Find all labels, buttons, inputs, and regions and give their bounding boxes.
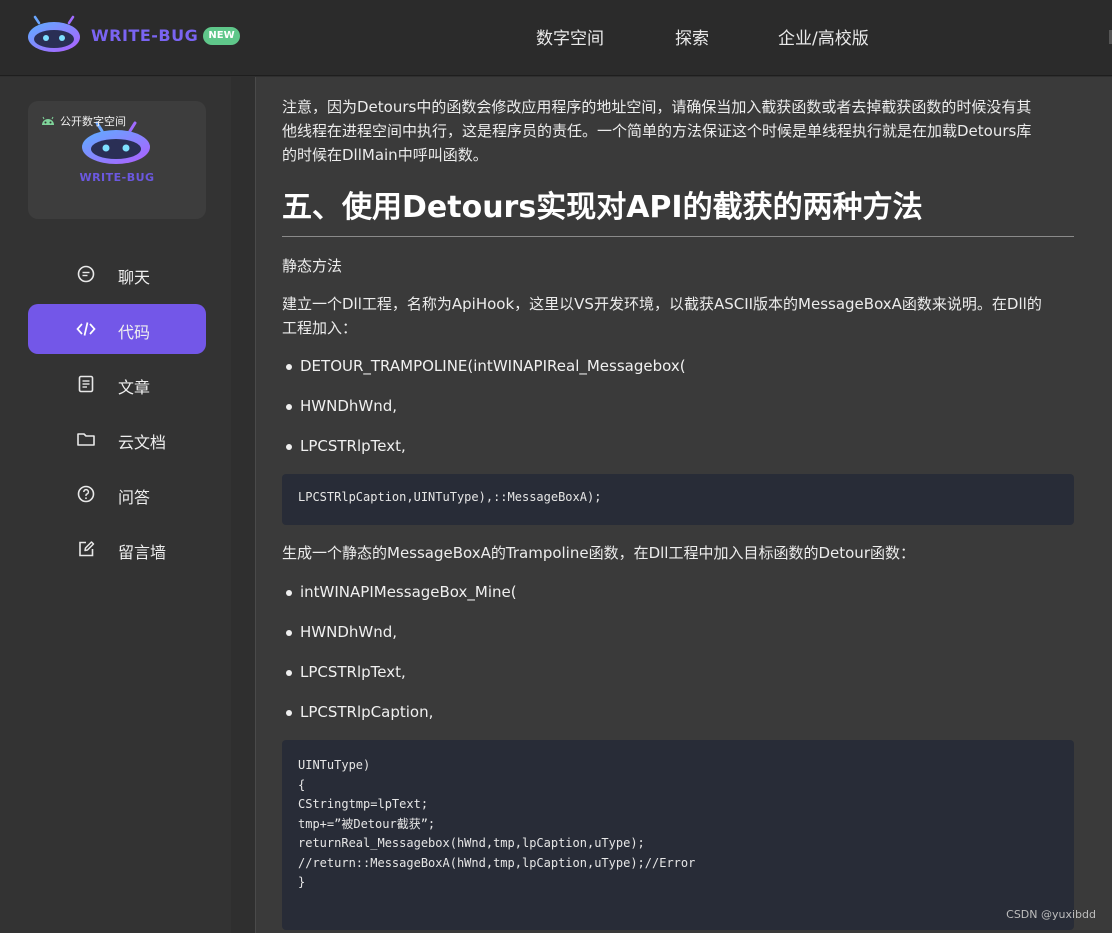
- code-line: CStringtmp=lpText;: [298, 797, 429, 811]
- sidebar-item-label: 云文档: [118, 433, 167, 452]
- sidebar-item-label: 问答: [118, 488, 151, 507]
- sidebar-item-article[interactable]: 文章: [28, 359, 206, 409]
- sidebar-item-message-wall[interactable]: 留言墙: [28, 524, 206, 574]
- robot-logo-icon[interactable]: [27, 15, 81, 53]
- sidebar-item-label: 留言墙: [118, 543, 167, 562]
- edit-icon: [79, 541, 95, 557]
- public-space-card[interactable]: 公开数字空间 WRITE-BUG: [28, 101, 206, 219]
- article-panel: 注意，因为Detours中的函数会修改应用程序的地址空间，请确保当加入截获函数或…: [255, 77, 1112, 933]
- question-icon: [77, 485, 95, 503]
- text-line: 建立一个Dll工程，名称为ApiHook，这里以VS开发环境，以截获ASCII版…: [282, 295, 1042, 313]
- section-heading: 五、使用Detours实现对API的截获的两种方法: [282, 190, 923, 225]
- list-item: LPCSTRlpText,: [286, 434, 406, 458]
- android-icon: [42, 116, 54, 125]
- text-line: 他线程在进程空间中执行，这是程序员的责任。一个简单的方法保证这个时候是单线程执行…: [282, 122, 1032, 140]
- code-line: tmp+=”被Detour截获”;: [298, 816, 436, 831]
- paragraph: 建立一个Dll工程，名称为ApiHook，这里以VS开发环境，以截获ASCII版…: [282, 292, 1074, 340]
- top-bar: WRITE-BUG NEW 数字空间 探索 企业/高校版: [0, 0, 1112, 76]
- brand-name[interactable]: WRITE-BUG: [91, 26, 198, 45]
- text-line: 工程加入：: [282, 319, 358, 337]
- code-line: LPCSTRlpCaption,UINTuType),::MessageBoxA…: [298, 490, 602, 504]
- sidebar-item-qa[interactable]: 问答: [28, 469, 206, 519]
- nav-digital-space[interactable]: 数字空间: [536, 24, 604, 49]
- sidebar-item-cloud-docs[interactable]: 云文档: [28, 414, 206, 464]
- card-brand-name: WRITE-BUG: [79, 171, 155, 184]
- paragraph: 生成一个静态的MessageBoxA的Trampoline函数，在Dll工程中加…: [282, 544, 915, 562]
- code-line: {: [298, 777, 306, 792]
- code-line: //return::MessageBoxA(hWnd,tmp,lpCaption…: [298, 855, 696, 870]
- code-icon: [76, 322, 96, 336]
- sidebar-item-chat[interactable]: 聊天: [28, 249, 206, 299]
- list-item: HWNDhWnd,: [285, 620, 397, 644]
- list-item: LPCSTRlpCaption,: [285, 700, 433, 724]
- code-line: }: [298, 875, 306, 889]
- list-item: HWNDhWnd,: [285, 394, 397, 418]
- subheading: 静态方法: [282, 257, 343, 275]
- intro-paragraph: 注意，因为Detours中的函数会修改应用程序的地址空间，请确保当加入截获函数或…: [282, 95, 1074, 167]
- sidebar: 公开数字空间 WRITE-BUG 聊天 代码 文章 云文档 问答 留言墙: [0, 77, 231, 933]
- code-block[interactable]: UINTuType) { CStringtmp=lpText; tmp+=”被D…: [282, 740, 1074, 930]
- code-block[interactable]: LPCSTRlpCaption,UINTuType),::MessageBoxA…: [282, 474, 1074, 525]
- public-space-text: 公开数字空间: [60, 115, 126, 128]
- new-badge: NEW: [203, 27, 240, 45]
- csdn-watermark: CSDN @yuxibdd: [1006, 908, 1096, 921]
- list-item: DETOUR_TRAMPOLINE(intWINAPIReal_Messageb…: [286, 354, 686, 378]
- chat-icon: [77, 265, 95, 283]
- public-space-label: 公开数字空间: [40, 113, 126, 129]
- code-line: UINTuType): [298, 758, 371, 772]
- text-line: 的时候在DllMain中呼叫函数。: [282, 146, 488, 164]
- sidebar-item-code[interactable]: 代码: [28, 304, 206, 354]
- heading-divider: [282, 236, 1074, 237]
- text-line: 注意，因为Detours中的函数会修改应用程序的地址空间，请确保当加入截获函数或…: [282, 98, 1032, 116]
- nav-explore[interactable]: 探索: [675, 24, 709, 49]
- sidebar-item-label: 文章: [118, 378, 151, 397]
- folder-icon: [77, 433, 95, 446]
- article-icon: [78, 375, 94, 393]
- list-item: LPCSTRlpText,: [286, 660, 406, 684]
- nav-enterprise[interactable]: 企业/高校版: [778, 24, 869, 49]
- list-item: intWINAPIMessageBox_Mine(: [286, 580, 517, 604]
- sidebar-item-label: 代码: [118, 323, 151, 342]
- code-line: returnReal_Messagebox(hWnd,tmp,lpCaption…: [298, 836, 645, 850]
- sidebar-item-label: 聊天: [118, 268, 151, 287]
